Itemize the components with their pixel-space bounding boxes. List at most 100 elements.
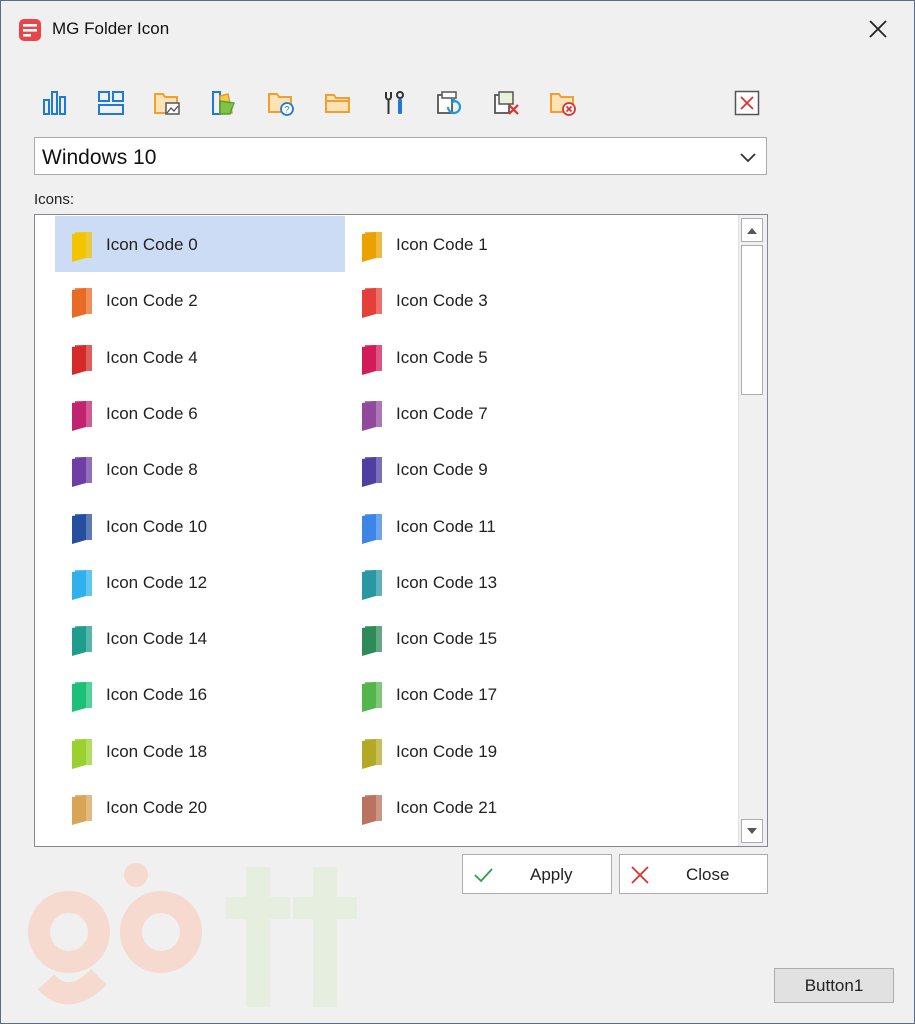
icon-list-item-label: Icon Code 20 [106, 798, 208, 817]
folder-icon [362, 288, 382, 319]
icon-list-item[interactable]: Icon Code 17 [345, 666, 635, 722]
icon-list-item-label: Icon Code 2 [106, 291, 198, 311]
icon-list-item-label: Icon Code 14 [106, 629, 208, 649]
icon-list-item[interactable]: Icon Code 19 [345, 723, 635, 779]
icon-list-item-label: Icon Code 21 [396, 798, 498, 817]
scroll-up-button[interactable] [741, 218, 763, 242]
folder-icon [72, 232, 92, 262]
icon-list-item-label: Icon Code 11 [396, 516, 496, 536]
toolbar-button-folder-delete[interactable] [547, 87, 579, 119]
icon-list-item[interactable]: Icon Code 1 [345, 216, 635, 272]
icon-list-item-label: Icon Code 12 [106, 572, 208, 592]
icon-list-item-label: Icon Code 15 [396, 629, 498, 649]
toolbar-button-tools[interactable] [378, 87, 410, 119]
toolbar-button-palette[interactable] [208, 87, 240, 119]
checkmark-icon [474, 868, 493, 883]
folder-icon [72, 513, 92, 544]
icon-list-item[interactable]: Icon Code 2 [55, 272, 345, 328]
toolbar-button-remove[interactable] [491, 87, 523, 119]
icon-list-item-label: Icon Code 0 [106, 235, 198, 254]
folder-icon [362, 232, 382, 262]
icon-list-item[interactable]: Icon Code 16 [55, 666, 345, 722]
folder-icon [362, 682, 382, 713]
toolbar-button-layout[interactable] [95, 87, 127, 119]
icon-list-item[interactable]: Icon Code 6 [55, 385, 345, 441]
close-button-label: Close [686, 865, 730, 884]
app-icon [19, 19, 41, 41]
icon-list-item[interactable]: Icon Code 11 [345, 498, 635, 554]
tools-icon [385, 91, 404, 114]
svg-text:?: ? [284, 105, 289, 115]
close-icon [631, 866, 649, 884]
folder-icon [362, 795, 382, 825]
icon-list-item[interactable]: Icon Code 7 [345, 385, 635, 441]
icon-list-item-label: Icon Code 13 [396, 572, 498, 592]
icon-list-item-label: Icon Code 5 [396, 347, 488, 367]
color-palette-icon [212, 91, 236, 115]
scroll-down-button[interactable] [741, 819, 763, 843]
toolbar-button-close[interactable] [731, 87, 763, 119]
icon-list-item[interactable]: Icon Code 8 [55, 441, 345, 497]
icon-list-item-label: Icon Code 3 [396, 291, 488, 311]
folder-image-icon [154, 93, 180, 115]
folder-icon [72, 626, 92, 657]
window-close-button[interactable] [860, 13, 896, 45]
folder-icon [72, 344, 92, 375]
icon-list-item[interactable]: Icon Code 14 [55, 610, 345, 666]
triangle-down-icon [747, 827, 757, 834]
icon-list-item[interactable]: Icon Code 10 [55, 498, 345, 554]
window-title: MG Folder Icon [52, 19, 170, 38]
folder-icon [362, 738, 382, 769]
folder-icon [72, 400, 92, 431]
toolbar-button-folder-help[interactable]: ? [265, 87, 297, 119]
folder-icon [72, 457, 92, 488]
icon-list-item[interactable]: Icon Code 15 [345, 610, 635, 666]
icon-list-item[interactable]: Icon Code 5 [345, 329, 635, 385]
chevron-down-icon [740, 153, 756, 163]
folder-icon [72, 288, 92, 319]
icon-list-item-label: Icon Code 7 [396, 403, 488, 423]
icon-list-item-label: Icon Code 17 [396, 685, 498, 705]
title-bar: MG Folder Icon [1, 1, 914, 57]
folder-icon [362, 400, 382, 431]
close-icon [869, 20, 887, 38]
folder-delete-icon [550, 93, 576, 116]
close-button[interactable]: Close [619, 854, 768, 894]
button1[interactable]: Button1 [774, 968, 894, 1003]
icon-list-item-label: Icon Code 10 [106, 516, 208, 536]
close-icon [734, 90, 760, 116]
icon-list-item[interactable]: Icon Code 4 [55, 329, 345, 385]
style-select[interactable]: Windows 10 [34, 137, 767, 175]
icons-listbox[interactable]: Icon Code 0 Icon Code 1 Icon Code 2 Icon Co… [34, 214, 768, 847]
apply-button[interactable]: Apply [462, 854, 612, 894]
vertical-scrollbar[interactable] [738, 215, 767, 846]
icon-list-item[interactable]: Icon Code 20 [55, 779, 345, 835]
folder-icon [362, 344, 382, 375]
icon-list-item[interactable]: Icon Code 18 [55, 723, 345, 779]
icon-list-item[interactable]: Icon Code 3 [345, 272, 635, 328]
bar-chart-icon [43, 91, 66, 115]
scroll-thumb[interactable] [741, 245, 763, 395]
watermark-logo [28, 863, 357, 1007]
style-select-value: Windows 10 [42, 146, 157, 169]
toolbar-button-refresh[interactable] [434, 87, 466, 119]
icon-list-item-label: Icon Code 8 [106, 460, 198, 480]
folder-icon [72, 682, 92, 713]
remove-icon [494, 91, 519, 115]
icon-list-item[interactable]: Icon Code 9 [345, 441, 635, 497]
toolbar-button-folder-image[interactable] [151, 87, 183, 119]
icon-list-item-label: Icon Code 6 [106, 403, 198, 423]
toolbar-button-folder-open[interactable] [322, 87, 354, 119]
apply-button-label: Apply [530, 865, 573, 884]
icon-list-item[interactable]: Icon Code 21 [345, 779, 635, 835]
toolbar-button-chart[interactable] [39, 87, 71, 119]
folder-icon [72, 795, 92, 825]
icon-list-item-label: Icon Code 4 [106, 347, 198, 367]
icon-list-item[interactable]: Icon Code 0 [55, 216, 345, 272]
folder-icon [362, 457, 382, 488]
folder-icon [72, 738, 92, 769]
icon-list-item[interactable]: Icon Code 12 [55, 554, 345, 610]
icon-list-item[interactable]: Icon Code 13 [345, 554, 635, 610]
folder-icon [72, 569, 92, 600]
layout-grid-icon [98, 91, 124, 115]
